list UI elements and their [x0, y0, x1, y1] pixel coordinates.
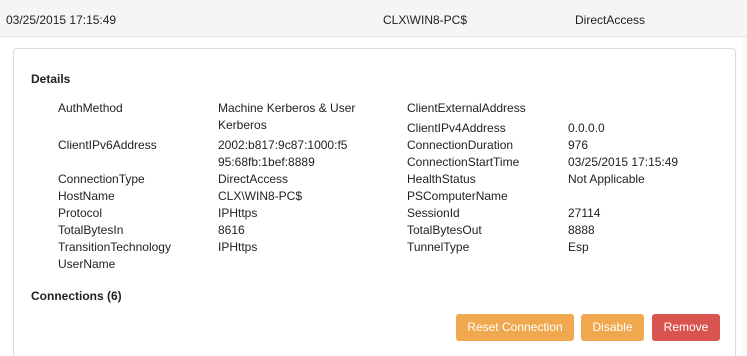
detail-key: TunnelType — [407, 240, 470, 254]
detail-value: Not Applicable — [568, 172, 645, 186]
detail-key: ConnectionStartTime — [407, 155, 520, 169]
detail-key: Protocol — [58, 206, 103, 220]
connection-username: CLX\WIN8-PC$ — [383, 13, 468, 27]
detail-key: HealthStatus — [407, 172, 476, 186]
detail-value: 8616 — [218, 223, 245, 237]
detail-key: SessionId — [407, 206, 460, 220]
detail-value: DirectAccess — [218, 172, 289, 186]
connection-details-panel — [13, 48, 736, 356]
detail-value: 95:68fb:1bef:8889 — [218, 155, 315, 169]
details-heading: Details — [31, 72, 71, 86]
detail-value: 976 — [568, 138, 589, 152]
disable-button[interactable]: Disable — [581, 314, 644, 341]
detail-key: TotalBytesOut — [407, 223, 482, 237]
detail-key: PSComputerName — [407, 189, 508, 203]
remove-button[interactable]: Remove — [652, 314, 720, 341]
detail-value: 8888 — [568, 223, 595, 237]
detail-key: UserName — [58, 257, 116, 271]
detail-value: IPHttps — [218, 240, 258, 254]
detail-value: IPHttps — [218, 206, 258, 220]
connection-type: DirectAccess — [575, 13, 646, 27]
detail-value: Esp — [568, 240, 589, 254]
detail-key: ClientIPv4Address — [407, 121, 506, 135]
detail-key: HostName — [58, 189, 115, 203]
detail-value: Kerberos — [218, 118, 267, 132]
detail-value: 27114 — [568, 206, 601, 220]
detail-key: ClientExternalAddress — [407, 101, 526, 115]
detail-key: TotalBytesIn — [58, 223, 124, 237]
reset-connection-button[interactable]: Reset Connection — [456, 314, 574, 341]
detail-key: ConnectionType — [58, 172, 145, 186]
detail-key: TransitionTechnology — [58, 240, 171, 254]
scrollbar[interactable] — [741, 37, 747, 356]
detail-key: ConnectionDuration — [407, 138, 514, 152]
connections-heading[interactable]: Connections (6) — [31, 289, 122, 303]
connection-row-header[interactable]: 03/25/2015 17:15:49 CLX\WIN8-PC$ DirectA… — [0, 0, 747, 37]
detail-key: ClientIPv6Address — [58, 138, 157, 152]
detail-value: 03/25/2015 17:15:49 — [568, 155, 679, 169]
detail-value: 2002:b817:9c87:1000:f5 — [218, 138, 348, 152]
detail-value: 0.0.0.0 — [568, 121, 605, 135]
detail-key: AuthMethod — [58, 101, 123, 115]
connection-timestamp: 03/25/2015 17:15:49 — [6, 13, 117, 27]
detail-value: CLX\WIN8-PC$ — [218, 189, 303, 203]
detail-value: Machine Kerberos & User — [218, 101, 356, 115]
